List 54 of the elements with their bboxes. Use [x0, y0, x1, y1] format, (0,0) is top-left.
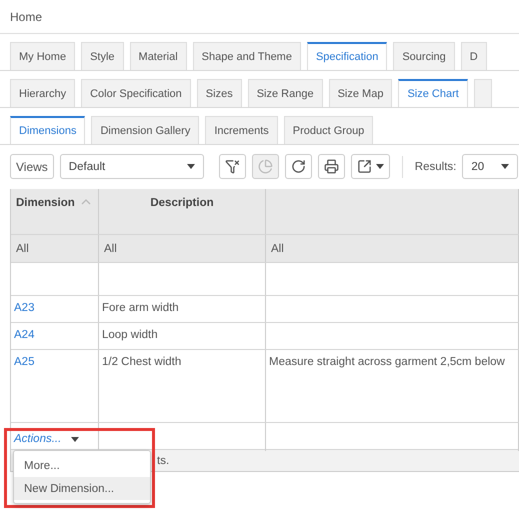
tab[interactable]: Color Specification	[81, 79, 191, 107]
filter-cell[interactable]: All	[99, 235, 266, 262]
column-title: Description	[150, 197, 214, 209]
tab[interactable]: My Home	[10, 42, 76, 70]
tab[interactable]: Dimensions	[10, 116, 86, 144]
filter-cell[interactable]: All	[11, 235, 99, 262]
dimension-link[interactable]: A25	[11, 350, 99, 422]
print-button[interactable]	[318, 154, 345, 179]
tab[interactable]: Material	[130, 42, 187, 70]
tab[interactable]: Increments	[205, 116, 278, 144]
dimension-link[interactable]: A23	[11, 296, 99, 322]
tab[interactable]: Hierarchy	[10, 79, 76, 107]
tab[interactable]: Size Chart	[398, 79, 468, 107]
tab[interactable]: Dimension Gallery	[91, 116, 200, 144]
breadcrumb[interactable]: Home	[10, 10, 42, 24]
tab[interactable]: Sourcing	[393, 42, 455, 70]
tab[interactable]: Product Group	[284, 116, 374, 144]
refresh-icon	[290, 159, 306, 174]
results-select[interactable]: 20	[462, 154, 518, 179]
refresh-button[interactable]	[284, 154, 312, 179]
table-cell: Fore arm width	[99, 296, 266, 322]
menu-item[interactable]: New Dimension...	[14, 477, 150, 500]
pie-chart-icon	[258, 159, 273, 174]
table-cell: Loop width	[99, 323, 266, 349]
tab[interactable]: Shape and Theme	[192, 42, 301, 70]
caret-icon	[501, 164, 510, 169]
filter-cell[interactable]: All	[266, 235, 519, 262]
export-icon	[356, 159, 372, 174]
menu-item[interactable]: More...	[14, 454, 150, 477]
tab[interactable]: Style	[81, 42, 124, 70]
column-header[interactable]: Dimension	[11, 189, 99, 234]
dimension-link[interactable]: A24	[11, 323, 99, 349]
print-icon	[324, 159, 339, 174]
actions-link[interactable]: Actions...	[14, 429, 80, 445]
sort-up-icon	[80, 197, 91, 207]
caret-icon	[71, 436, 80, 442]
tab[interactable]: Size Map	[328, 79, 392, 107]
tab[interactable]: Specification	[306, 42, 388, 70]
clear-filter-button[interactable]	[218, 154, 246, 179]
caret-icon	[376, 164, 384, 169]
views-button[interactable]: Views	[10, 154, 54, 179]
tab[interactable]: D	[460, 42, 487, 70]
table-cell: Measure straight across garment 2,5cm below	[266, 350, 519, 422]
table-cell: 1/2 Chest width	[99, 350, 266, 422]
results-label: Results:	[414, 160, 456, 172]
column-header[interactable]: Description	[99, 189, 266, 234]
export-button[interactable]	[350, 154, 390, 179]
tab[interactable]: Sizes	[196, 79, 242, 107]
clear-filter-icon	[224, 159, 240, 174]
view-select[interactable]: Default	[60, 154, 204, 179]
footer-text: ts.	[157, 454, 170, 466]
tab[interactable]: Size Range	[248, 79, 323, 107]
column-title: Dimension	[16, 197, 75, 209]
caret-icon	[186, 164, 195, 169]
